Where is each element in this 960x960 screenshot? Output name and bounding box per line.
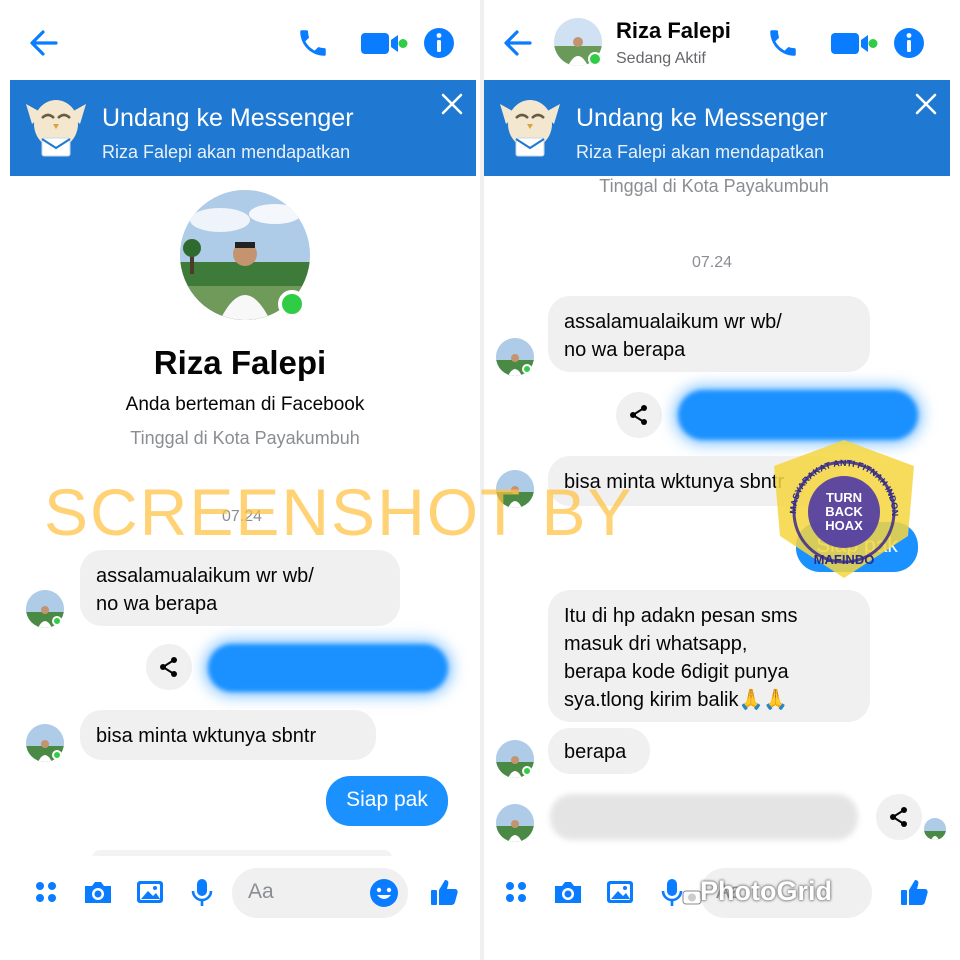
composer-bar: Aa bbox=[0, 856, 480, 960]
online-status-dot bbox=[278, 290, 306, 318]
timestamp: 07.24 bbox=[692, 254, 733, 271]
close-icon[interactable] bbox=[438, 90, 466, 118]
video-call-icon[interactable] bbox=[358, 26, 410, 60]
banner-subtitle: Riza Falepi akan mendapatkan bbox=[576, 142, 825, 162]
contact-name: Riza Falepi bbox=[616, 18, 731, 43]
message-incoming[interactable]: bisa minta wktunya sbntr bbox=[80, 710, 376, 760]
apps-grid-icon[interactable] bbox=[500, 876, 532, 908]
composer-bar: Aa bbox=[484, 856, 960, 960]
message-incoming[interactable]: berapa bbox=[548, 728, 650, 774]
message-incoming[interactable]: assalamualaikum wr wb/ no wa berapa bbox=[548, 296, 870, 372]
invite-owl-icon bbox=[22, 94, 90, 160]
phone-icon[interactable] bbox=[766, 26, 800, 60]
message-incoming[interactable]: Itu di hp adakn pesan sms masuk dri what… bbox=[548, 590, 870, 722]
banner-title: Undang ke Messenger bbox=[576, 104, 828, 132]
top-bar: Riza Falepi Sedang Aktif bbox=[484, 0, 960, 80]
share-button[interactable] bbox=[616, 392, 662, 438]
gallery-icon[interactable] bbox=[134, 876, 166, 908]
online-status-dot bbox=[52, 616, 62, 626]
camera-icon[interactable] bbox=[552, 876, 584, 908]
read-receipt-avatar bbox=[924, 818, 946, 840]
info-icon[interactable] bbox=[422, 26, 456, 60]
message-outgoing-redacted[interactable] bbox=[208, 644, 448, 692]
share-button[interactable] bbox=[146, 644, 192, 690]
thumbs-up-icon[interactable] bbox=[428, 876, 460, 908]
banner-subtitle: Riza Falepi akan mendapatkan bbox=[102, 142, 351, 162]
invite-banner[interactable]: Undang ke Messenger Riza Falepi akan men… bbox=[484, 80, 950, 176]
message-incoming-redacted[interactable] bbox=[550, 794, 858, 840]
profile-name: Riza Falepi bbox=[153, 344, 327, 381]
online-status-dot bbox=[522, 364, 532, 374]
photogrid-watermark: PhotoGrid bbox=[700, 876, 832, 906]
back-arrow-icon[interactable] bbox=[500, 26, 536, 60]
message-outgoing[interactable]: Siap pak bbox=[326, 776, 448, 826]
contact-avatar-small bbox=[496, 804, 534, 842]
online-status-dot bbox=[522, 766, 532, 776]
gallery-icon[interactable] bbox=[604, 876, 636, 908]
invite-banner[interactable]: Undang ke Messenger Riza Falepi akan men… bbox=[10, 80, 476, 176]
badge-center-line: HOAX bbox=[825, 518, 863, 533]
back-arrow-icon[interactable] bbox=[26, 26, 62, 60]
online-status-dot bbox=[52, 750, 62, 760]
profile-location: Tinggal di Kota Payakumbuh bbox=[599, 176, 829, 196]
message-input[interactable]: Aa bbox=[232, 868, 408, 918]
microphone-icon[interactable] bbox=[186, 876, 218, 908]
message-outgoing-redacted[interactable] bbox=[678, 390, 918, 440]
watermark-text: SCREENSHOT BY bbox=[44, 475, 634, 549]
mafindo-turnbackhoax-logo: MASYARAKAT ANTI FITNAH INDONESIA TURN BA… bbox=[768, 436, 920, 582]
badge-center-line: TURN bbox=[826, 490, 862, 505]
apps-grid-icon[interactable] bbox=[30, 876, 62, 908]
message-input-placeholder: Aa bbox=[248, 880, 274, 903]
profile-friends-text: Anda berteman di Facebook bbox=[125, 394, 365, 415]
phone-icon[interactable] bbox=[296, 26, 330, 60]
share-button[interactable] bbox=[876, 794, 922, 840]
badge-center-line: BACK bbox=[825, 504, 863, 519]
online-status-dot bbox=[588, 52, 602, 66]
thumbs-up-icon[interactable] bbox=[898, 876, 930, 908]
video-call-icon[interactable] bbox=[828, 26, 880, 60]
screenshot-collage: Undang ke Messenger Riza Falepi akan men… bbox=[0, 0, 960, 960]
top-bar bbox=[0, 0, 480, 80]
profile-location: Tinggal di Kota Payakumbuh bbox=[130, 428, 360, 448]
banner-title: Undang ke Messenger bbox=[102, 104, 354, 132]
badge-bottom-text: MAFINDO bbox=[814, 552, 875, 567]
message-incoming[interactable]: assalamualaikum wr wb/ no wa berapa bbox=[80, 550, 400, 626]
camera-icon[interactable] bbox=[82, 876, 114, 908]
emoji-icon[interactable] bbox=[368, 877, 400, 909]
invite-owl-icon bbox=[496, 94, 564, 160]
photogrid-camera-icon bbox=[682, 886, 702, 906]
info-icon[interactable] bbox=[892, 26, 926, 60]
close-icon[interactable] bbox=[912, 90, 940, 118]
contact-status: Sedang Aktif bbox=[616, 50, 706, 67]
